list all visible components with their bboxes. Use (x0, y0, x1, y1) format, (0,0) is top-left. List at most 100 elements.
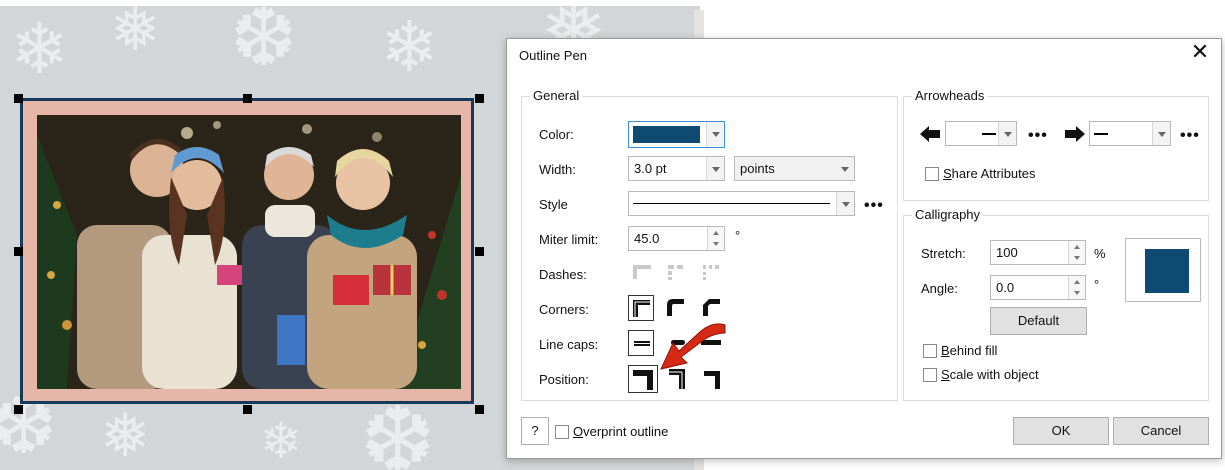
overprint-outline-label[interactable]: Overprint outline (573, 424, 668, 439)
stretch-percent-unit: % (1094, 246, 1106, 261)
resize-handle-left[interactable] (14, 247, 23, 256)
width-value: 3.0 pt (634, 161, 667, 176)
arrowheads-group-title: Arrowheads (912, 88, 988, 103)
end-arrowhead-dropdown[interactable] (1089, 121, 1171, 146)
stretch-spinbox[interactable]: 100 (990, 240, 1086, 265)
resize-handle-top-left[interactable] (14, 94, 23, 103)
chevron-down-icon[interactable] (998, 122, 1016, 145)
round-corner-button[interactable] (663, 295, 689, 321)
corners-label: Corners: (539, 302, 589, 317)
ok-button[interactable]: OK (1013, 417, 1109, 445)
snowflake-decoration: ❄ (10, 8, 69, 90)
snowflake-decoration: ❄ (380, 6, 439, 88)
angle-value: 0.0 (996, 280, 1015, 295)
miter-degree-unit: ° (735, 228, 741, 243)
resize-handle-right[interactable] (475, 247, 484, 256)
behind-fill-accelerator: B (941, 343, 950, 358)
overprint-accelerator: O (573, 424, 584, 439)
chevron-down-icon[interactable] (836, 157, 854, 180)
style-dropdown[interactable] (628, 191, 855, 216)
behind-fill-text: ehind fill (949, 343, 998, 358)
chevron-down-icon[interactable] (1152, 122, 1170, 145)
resize-handle-top-right[interactable] (475, 94, 484, 103)
behind-fill-label[interactable]: Behind fill (941, 343, 997, 358)
style-label: Style (539, 197, 568, 212)
scale-with-object-accelerator: S (941, 367, 950, 382)
line-caps-label: Line caps: (539, 337, 599, 352)
left-arrowhead-icon (920, 126, 940, 142)
help-button[interactable]: ? (521, 417, 549, 445)
share-attributes-accelerator: S (943, 166, 952, 181)
width-label: Width: (539, 162, 576, 177)
snowflake-decoration: ❅ (110, 6, 161, 65)
stretch-value: 100 (996, 245, 1018, 260)
behind-fill-checkbox[interactable] (923, 344, 937, 358)
bevel-corner-button[interactable] (699, 295, 725, 321)
stretch-label: Stretch: (921, 246, 966, 261)
scale-with-object-checkbox[interactable] (923, 368, 937, 382)
miter-limit-value: 45.0 (634, 231, 660, 246)
overprint-text: verprint outline (583, 424, 669, 439)
butt-cap-button[interactable] (628, 330, 654, 356)
position-label: Position: (539, 372, 589, 387)
width-dropdown[interactable]: 3.0 pt (628, 156, 725, 181)
spin-arrows-icon[interactable] (1068, 276, 1085, 299)
style-more-icon[interactable]: ••• (864, 198, 884, 214)
miter-limit-label: Miter limit: (539, 232, 599, 247)
snowflake-decoration: ❆ (230, 6, 298, 84)
resize-handle-bottom[interactable] (243, 405, 252, 414)
color-picker[interactable] (628, 121, 725, 148)
close-icon[interactable]: ✕ (1189, 41, 1211, 65)
spin-arrows-icon[interactable] (707, 227, 724, 250)
nib-preview-swatch (1145, 249, 1189, 293)
angle-degree-unit: ° (1094, 277, 1100, 292)
family-photo-illustration (37, 115, 461, 389)
selected-photo-object[interactable] (14, 94, 484, 414)
dash-corner-icons (633, 265, 719, 280)
snowflake-decoration: ❄ (260, 412, 302, 470)
spin-arrows-icon[interactable] (1068, 241, 1085, 264)
resize-handle-top[interactable] (243, 94, 252, 103)
bevel-corner-icon (703, 299, 720, 316)
miter-corner-icon (633, 300, 650, 317)
line-style-preview (633, 203, 830, 204)
resize-handle-bottom-right[interactable] (475, 405, 484, 414)
arrowheads-group: Arrowheads (903, 88, 1209, 201)
calligraphy-nib-preview (1125, 238, 1201, 302)
right-arrowhead-icon (1065, 126, 1085, 142)
start-arrow-line-preview (982, 133, 996, 135)
scale-with-object-text: cale with object (949, 367, 1039, 382)
color-swatch (633, 126, 700, 143)
share-attributes-checkbox[interactable] (925, 167, 939, 181)
start-arrowhead-more-icon[interactable]: ••• (1028, 128, 1048, 144)
share-attributes-text: hare Attributes (951, 166, 1036, 181)
cancel-button[interactable]: Cancel (1113, 417, 1209, 445)
angle-spinbox[interactable]: 0.0 (990, 275, 1086, 300)
chevron-down-icon[interactable] (836, 192, 854, 215)
end-arrowhead-more-icon[interactable]: ••• (1180, 128, 1200, 144)
calligraphy-group-title: Calligraphy (912, 207, 984, 222)
general-group-title: General (530, 88, 583, 103)
default-button[interactable]: Default (990, 307, 1087, 335)
angle-label: Angle: (921, 281, 958, 296)
round-corner-icon (667, 299, 684, 316)
share-attributes-label[interactable]: Share Attributes (943, 166, 1036, 181)
overprint-outline-checkbox[interactable] (555, 425, 569, 439)
butt-cap-icon (634, 341, 650, 346)
chevron-down-icon[interactable] (706, 157, 724, 180)
dashes-label: Dashes: (539, 267, 587, 282)
scale-with-object-label[interactable]: Scale with object (941, 367, 1039, 382)
family-photo (37, 115, 461, 389)
resize-handle-bottom-left[interactable] (14, 405, 23, 414)
miter-limit-spinbox[interactable]: 45.0 (628, 226, 725, 251)
miter-corner-button[interactable] (628, 295, 654, 321)
width-units-dropdown[interactable]: points (734, 156, 855, 181)
width-units-value: points (740, 161, 775, 176)
red-pointer-arrow (660, 323, 726, 370)
outline-pen-dialog: Outline Pen ✕ General Color: Width: 3.0 … (506, 38, 1222, 459)
start-arrowhead-dropdown[interactable] (945, 121, 1017, 146)
end-arrow-line-preview (1094, 133, 1108, 135)
snowflake-decoration: ❅ (100, 401, 151, 470)
dialog-title: Outline Pen (519, 48, 587, 63)
chevron-down-icon[interactable] (706, 122, 724, 147)
